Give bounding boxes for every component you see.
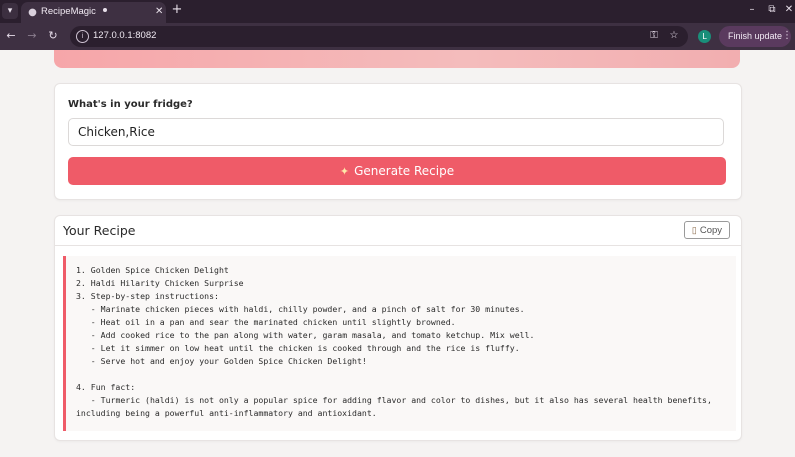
arrow-right-icon[interactable]: → <box>25 29 39 43</box>
ingredients-card: What's in your fridge? ✦ Generate Recipe <box>54 83 742 200</box>
avatar[interactable]: L <box>698 30 711 43</box>
recipe-header: Your Recipe ▯ Copy <box>55 216 741 246</box>
plus-icon[interactable]: + <box>170 3 184 17</box>
arrow-left-icon[interactable]: ← <box>4 29 18 43</box>
minimize-icon[interactable]: – <box>746 4 758 16</box>
recipe-line: - Let it simmer on low heat until the ch… <box>76 343 520 353</box>
fridge-label: What's in your fridge? <box>68 99 193 110</box>
more-menu-icon[interactable]: ⋮ <box>782 30 792 42</box>
globe-icon: ● <box>28 7 37 18</box>
recipe-line: - Add cooked rice to the pan along with … <box>76 330 535 340</box>
close-window-icon[interactable]: ✕ <box>783 4 795 16</box>
recipe-line: - Turmeric (haldi) is not only a popular… <box>76 395 717 418</box>
tab-activity-dot <box>103 8 107 12</box>
recipe-line: 2. Haldi Hilarity Chicken Surprise <box>76 278 244 288</box>
url-text: 127.0.0.1:8082 <box>93 30 157 41</box>
browser-toolbar: ← → ↻ i 127.0.0.1:8082 ⚿ ☆ L Finish upda… <box>0 23 795 50</box>
ingredients-input[interactable] <box>68 118 724 146</box>
star-icon[interactable]: ☆ <box>668 30 680 42</box>
info-icon[interactable]: i <box>76 30 89 43</box>
magic-wand-icon: ✦ <box>339 164 350 178</box>
recipe-line: 1. Golden Spice Chicken Delight <box>76 265 229 275</box>
key-icon[interactable]: ⚿ <box>648 30 660 42</box>
clipboard-icon: ▯ <box>691 224 697 235</box>
generate-recipe-button[interactable]: ✦ Generate Recipe <box>68 157 726 185</box>
recipe-line: 3. Step-by-step instructions: <box>76 291 219 301</box>
recipe-heading: Your Recipe <box>63 223 136 238</box>
header-banner <box>54 50 740 68</box>
browser-tab[interactable]: ● RecipeMagic ✕ <box>21 2 166 23</box>
recipe-card: Your Recipe ▯ Copy 1. Golden Spice Chick… <box>54 215 742 441</box>
address-bar[interactable]: i 127.0.0.1:8082 ⚿ ☆ <box>70 26 688 47</box>
recipe-line: - Heat oil in a pan and sear the marinat… <box>76 317 456 327</box>
copy-label: Copy <box>699 224 723 236</box>
recipe-line: 4. Fun fact: <box>76 382 136 392</box>
page-viewport: What's in your fridge? ✦ Generate Recipe… <box>0 50 795 457</box>
tab-title: RecipeMagic <box>41 6 96 17</box>
reload-icon[interactable]: ↻ <box>46 29 60 43</box>
close-icon[interactable]: ✕ <box>155 6 163 18</box>
browser-tab-bar: ▾ ● RecipeMagic ✕ + – ⧉ ✕ <box>0 0 795 23</box>
chevron-down-icon[interactable]: ▾ <box>2 3 18 19</box>
copy-button[interactable]: ▯ Copy <box>684 221 730 239</box>
recipe-line: - Marinate chicken pieces with haldi, ch… <box>76 304 525 314</box>
generate-recipe-label: Generate Recipe <box>354 164 455 178</box>
finish-update-button[interactable]: Finish update <box>719 26 791 47</box>
recipe-line: - Serve hot and enjoy your Golden Spice … <box>76 356 367 366</box>
recipe-output: 1. Golden Spice Chicken Delight 2. Haldi… <box>63 256 736 431</box>
restore-icon[interactable]: ⧉ <box>766 4 778 16</box>
recipe-text: 1. Golden Spice Chicken Delight 2. Haldi… <box>66 256 736 420</box>
